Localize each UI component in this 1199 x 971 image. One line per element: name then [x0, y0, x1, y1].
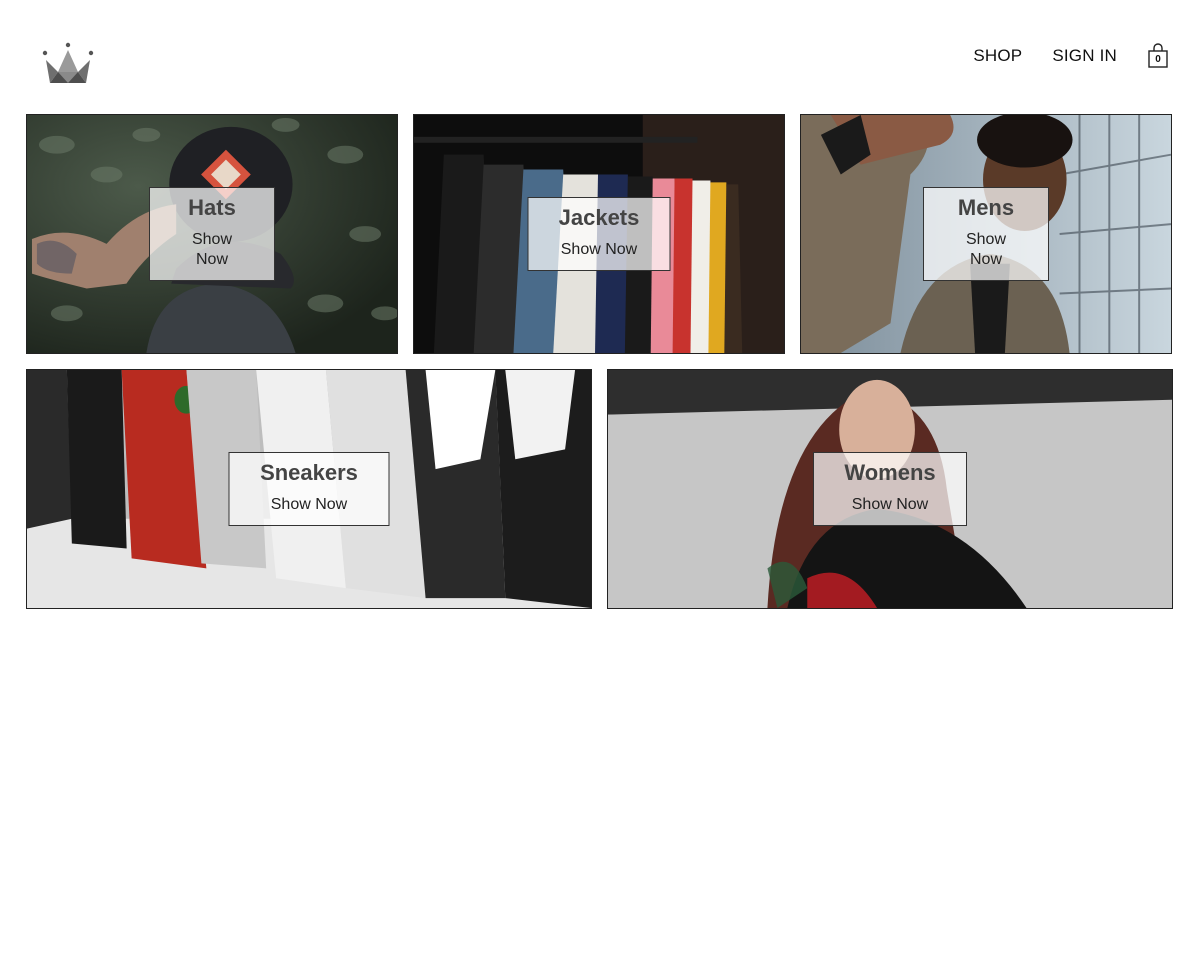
directory-item-label: Womens Show Now: [813, 452, 967, 526]
crown-logo[interactable]: [38, 38, 98, 88]
header: SHOP SIGN IN 0: [0, 0, 1199, 114]
directory-item-label: Sneakers Show Now: [228, 452, 390, 526]
show-now-link[interactable]: Show Now: [174, 230, 250, 270]
directory-item-sneakers[interactable]: Sneakers Show Now: [26, 369, 592, 609]
directory-item-title: Jackets: [558, 205, 640, 230]
cart-count: 0: [1155, 54, 1161, 65]
directory-item-title: Hats: [188, 195, 236, 220]
directory-item-womens[interactable]: Womens Show Now: [607, 369, 1173, 609]
directory-item-label: Jackets Show Now: [527, 197, 671, 271]
nav-sign-in-link[interactable]: SIGN IN: [1052, 46, 1117, 66]
directory-item-title: Mens: [957, 195, 1015, 220]
show-now-link[interactable]: Show Now: [948, 230, 1024, 270]
directory-item-label: Hats Show Now: [149, 187, 275, 281]
directory-item-hats[interactable]: Hats Show Now: [26, 114, 398, 354]
show-now-link[interactable]: Show Now: [838, 495, 942, 515]
crown-icon: [42, 42, 94, 83]
directory-item-title: Womens: [844, 460, 936, 485]
show-now-link[interactable]: Show Now: [254, 495, 365, 515]
show-now-link[interactable]: Show Now: [553, 240, 646, 260]
directory-item-mens[interactable]: Mens Show Now: [800, 114, 1172, 354]
cart-button[interactable]: 0: [1147, 43, 1169, 69]
main-nav: SHOP SIGN IN 0: [973, 43, 1169, 69]
directory-item-title: Sneakers: [260, 460, 358, 485]
directory-item-jackets[interactable]: Jackets Show Now: [413, 114, 785, 354]
nav-shop-link[interactable]: SHOP: [973, 46, 1022, 66]
directory-item-label: Mens Show Now: [923, 187, 1049, 281]
